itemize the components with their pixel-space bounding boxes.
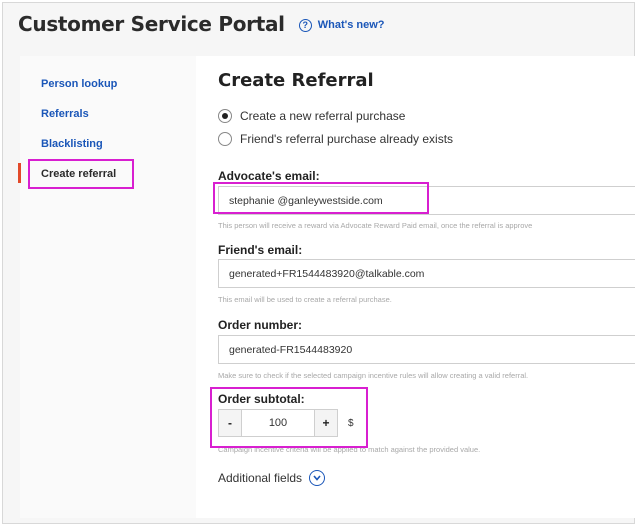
friend-email-field[interactable]: generated+FR1544483920@talkable.com [218, 259, 635, 288]
friend-email-hint: This email will be used to create a refe… [218, 295, 392, 304]
page-header: Customer Service Portal ? What's new? [18, 12, 385, 36]
advocate-email-highlight [213, 182, 429, 214]
option-new-referral[interactable]: Create a new referral purchase [218, 109, 405, 123]
option-existing-referral-label[interactable]: Friend's referral purchase already exist… [240, 132, 453, 146]
active-indicator [18, 163, 21, 183]
order-subtotal-highlight [210, 387, 368, 448]
radio-new-referral[interactable] [218, 109, 232, 123]
order-number-field[interactable]: generated-FR1544483920 [218, 335, 635, 364]
sidebar: Person lookup Referrals Blacklisting Cre… [18, 56, 196, 518]
sidebar-item-create-referral[interactable]: Create referral [28, 159, 134, 189]
question-circle-icon[interactable]: ? [298, 18, 312, 32]
order-number-label: Order number: [218, 318, 303, 332]
section-title: Create Referral [218, 70, 374, 91]
page-title: Customer Service Portal [18, 12, 285, 36]
option-new-referral-label[interactable]: Create a new referral purchase [240, 109, 405, 123]
additional-fields-toggle[interactable]: Additional fields [218, 470, 326, 486]
whats-new-label[interactable]: What's new? [318, 19, 385, 31]
option-existing-referral[interactable]: Friend's referral purchase already exist… [218, 132, 453, 146]
advocate-email-hint: This person will receive a reward via Ad… [218, 221, 533, 230]
order-number-hint: Make sure to check if the selected campa… [218, 371, 529, 380]
main-panel: Create Referral Create a new referral pu… [196, 56, 635, 518]
whats-new-link[interactable]: ? What's new? [298, 18, 385, 32]
sidebar-item-blacklisting[interactable]: Blacklisting [41, 138, 103, 150]
additional-fields-label[interactable]: Additional fields [218, 471, 302, 485]
sidebar-item-referrals[interactable]: Referrals [41, 108, 89, 120]
sidebar-item-person-lookup[interactable]: Person lookup [41, 78, 117, 90]
radio-existing-referral[interactable] [218, 132, 232, 146]
friend-email-label: Friend's email: [218, 243, 303, 257]
chevron-down-circle-icon[interactable] [309, 470, 326, 486]
advocate-email-label: Advocate's email: [218, 169, 320, 183]
